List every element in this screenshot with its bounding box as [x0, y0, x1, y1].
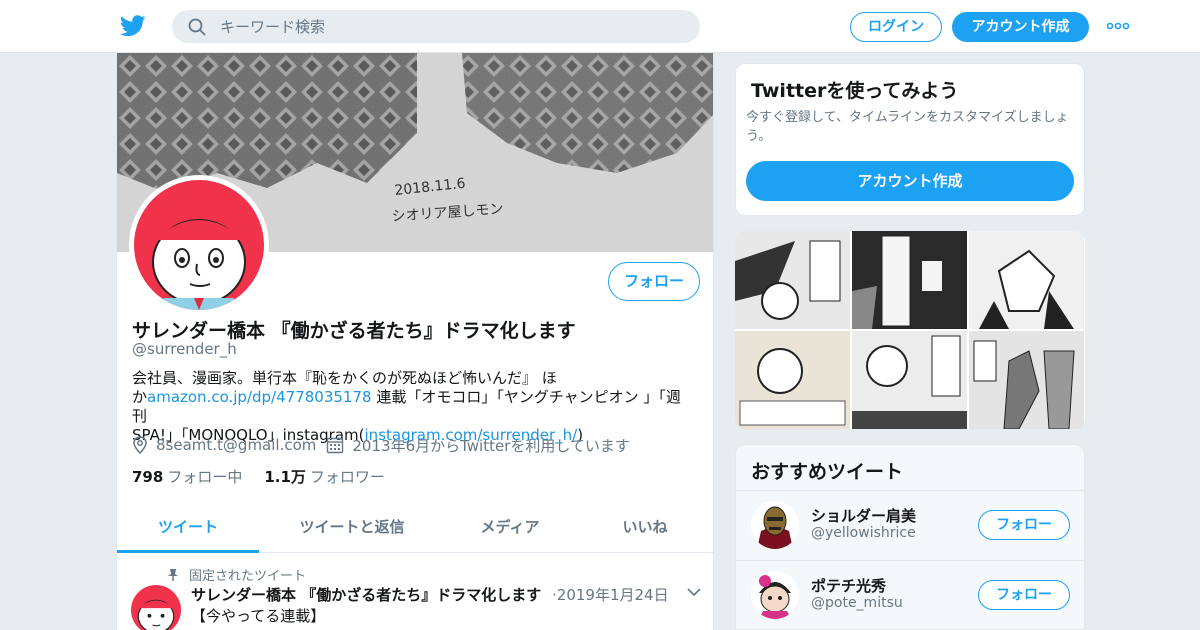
tweet-dot: ‏ ·	[547, 585, 557, 604]
tweet-avatar[interactable]	[131, 585, 181, 630]
recommended-handle: @yellowishrice	[811, 525, 916, 541]
search-icon	[188, 18, 206, 36]
profile-tabs: ツイート ツイートと返信 メディア いいね	[117, 505, 713, 553]
pin-icon	[168, 568, 178, 581]
signup-button[interactable]: アカウント作成	[952, 12, 1089, 42]
signup-card-text: 今すぐ登録して、タイムラインをカスタマイズしましょう。	[746, 110, 1069, 144]
media-thumbnail[interactable]	[852, 331, 967, 429]
twitter-bird-icon[interactable]	[120, 14, 146, 38]
recommended-item[interactable]: ショルダー肩美 @yellowishrice フォロー	[736, 490, 1084, 560]
calendar-icon	[327, 437, 344, 454]
signup-card-title: Twitterを使ってみよう	[751, 80, 959, 102]
location-text: 8seamt.t@gmail.com	[156, 436, 317, 454]
location-pin-icon	[133, 436, 147, 454]
tweet-avatar-illustration	[131, 585, 181, 630]
media-thumbnail[interactable]	[735, 231, 850, 329]
tab-media[interactable]: メディア	[445, 505, 575, 553]
profile-avatar[interactable]	[129, 175, 269, 315]
tab-tweets-replies[interactable]: ツイートと返信	[259, 505, 445, 553]
tweet-author[interactable]: サレンダー橋本 『働かざる者たち』ドラマ化します	[191, 584, 541, 605]
bio-text: 会社員、漫画家。単行本『恥をかくのが死ぬほど怖いんだ』 ほ	[132, 369, 557, 387]
following-count: 798	[132, 468, 164, 486]
media-grid	[735, 231, 1085, 429]
follow-button[interactable]: フォロー	[608, 262, 700, 301]
profile-stats: 798 フォロー中 1.1万 フォロワー	[132, 466, 407, 487]
recommended-item[interactable]: ポテチ光秀 @pote_mitsu フォロー	[736, 560, 1084, 629]
profile-card: 2018.11.6 シオリア屋しモン フォロー サレンダー橋本 『働かざる者たち…	[116, 53, 714, 630]
login-button[interactable]: ログイン	[850, 12, 942, 42]
followers-stat[interactable]: 1.1万 フォロワー	[264, 466, 385, 487]
media-thumbnail[interactable]	[735, 331, 850, 429]
signup-card-button[interactable]: アカウント作成	[746, 161, 1074, 201]
follow-button[interactable]: フォロー	[978, 510, 1070, 540]
joined-item: 2013年6月からTwitterを利用しています	[326, 435, 630, 456]
top-bar: ログイン アカウント作成	[0, 0, 1200, 53]
followers-count: 1.1万	[264, 468, 306, 486]
profile-meta: 8seamt.t@gmail.com 2013年6月からTwitterを利用して…	[132, 434, 640, 456]
signup-card: Twitterを使ってみよう 今すぐ登録して、タイムラインをカスタマイズしましょ…	[735, 63, 1085, 216]
tweet-date[interactable]: 2019年1月24日	[557, 584, 669, 605]
media-thumbnail[interactable]	[969, 331, 1084, 429]
pinned-indicator: 固定されたツイート	[167, 565, 306, 584]
avatar-illustration	[134, 180, 264, 310]
location-item: 8seamt.t@gmail.com	[132, 436, 316, 454]
pinned-tweet[interactable]: 固定されたツイート サレンダー橋本 『働かざる者たち』ドラマ化します ‏ · 2…	[117, 554, 713, 630]
following-stat[interactable]: 798 フォロー中	[132, 466, 242, 487]
tweet-header: サレンダー橋本 『働かざる者たち』ドラマ化します ‏ · 2019年1月24日	[191, 584, 701, 605]
search-box[interactable]	[172, 10, 700, 43]
more-options-icon[interactable]	[1106, 18, 1130, 34]
tweet-body: 【今やってる連載】	[191, 607, 326, 625]
recommended-accounts: おすすめツイート ショルダー肩美 @yellowishrice フォロー ポテチ…	[735, 444, 1085, 630]
follow-button[interactable]: フォロー	[978, 580, 1070, 610]
bio-link-amazon[interactable]: amazon.co.jp/dp/4778035178	[147, 388, 372, 406]
avatar[interactable]	[751, 571, 799, 619]
recommended-name[interactable]: ポテチ光秀	[811, 575, 886, 596]
tab-likes[interactable]: いいね	[575, 505, 713, 553]
chevron-down-icon[interactable]	[687, 587, 701, 597]
avatar[interactable]	[751, 501, 799, 549]
joined-text: 2013年6月からTwitterを利用しています	[352, 436, 630, 455]
tab-tweets[interactable]: ツイート	[117, 505, 259, 553]
media-thumbnail[interactable]	[852, 231, 967, 329]
pinned-label: 固定されたツイート	[189, 569, 307, 584]
profile-handle[interactable]: @surrender_h	[132, 340, 237, 358]
recommended-handle: @pote_mitsu	[811, 595, 903, 611]
following-label: フォロー中	[167, 468, 243, 486]
search-input[interactable]	[220, 10, 680, 43]
followers-label: フォロワー	[309, 468, 385, 486]
media-thumbnail[interactable]	[969, 231, 1084, 329]
bio-text: か	[132, 388, 148, 406]
recommended-title: おすすめツイート	[751, 461, 904, 483]
recommended-name[interactable]: ショルダー肩美	[811, 505, 916, 526]
profile-display-name: サレンダー橋本 『働かざる者たち』ドラマ化します	[132, 320, 576, 342]
